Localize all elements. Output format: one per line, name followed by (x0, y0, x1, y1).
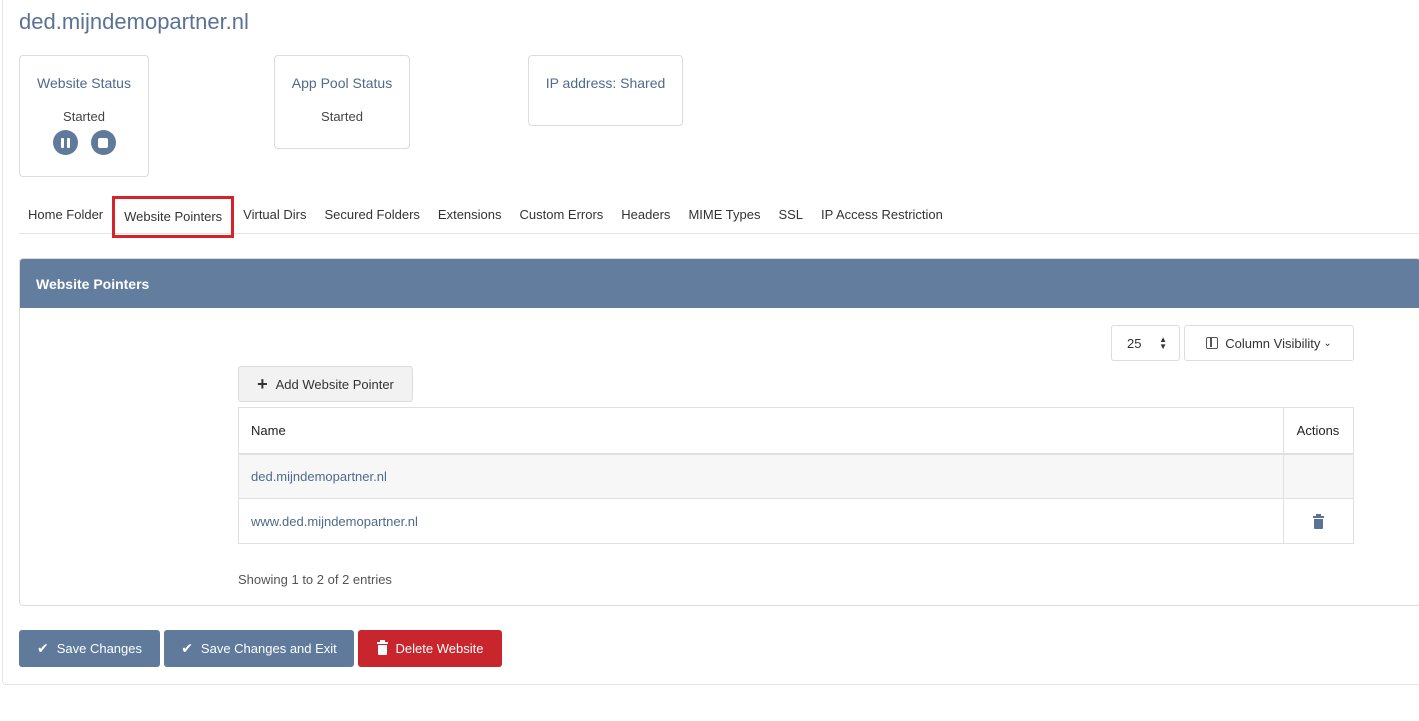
tab-website-pointers[interactable]: Website Pointers (112, 195, 235, 238)
delete-website-label: Delete Website (395, 641, 484, 656)
pointer-name: www.ded.mijndemopartner.nl (238, 498, 1284, 544)
website-status-card: Website Status Started (19, 55, 149, 177)
tab-secured-folders[interactable]: Secured Folders (316, 196, 429, 234)
stop-button[interactable] (90, 130, 116, 155)
website-controls (20, 130, 148, 155)
save-changes-label: Save Changes (56, 641, 142, 656)
table-info: Showing 1 to 2 of 2 entries (238, 572, 392, 587)
tab-mime-types[interactable]: MIME Types (679, 196, 769, 234)
columns-icon (1206, 337, 1219, 349)
panel-title: Website Pointers (20, 259, 1419, 308)
tab-home-folder[interactable]: Home Folder (19, 196, 112, 234)
pause-icon (60, 137, 70, 148)
delete-website-button[interactable]: Delete Website (358, 630, 502, 667)
column-visibility-label: Column Visibility (1225, 335, 1321, 351)
app-pool-status-value: Started (321, 109, 363, 124)
save-changes-and-exit-button[interactable]: ✔ Save Changes and Exit (164, 630, 354, 667)
table-header-row: Name Actions (238, 407, 1354, 455)
pointer-name: ded.mijndemopartner.nl (238, 453, 1284, 499)
row-actions (1283, 453, 1354, 499)
column-visibility-button[interactable]: Column Visibility ⌄ (1184, 325, 1354, 361)
table-row: www.ded.mijndemopartner.nl (238, 498, 1354, 544)
chevron-down-icon: ⌄ (1323, 337, 1332, 349)
check-icon: ✔ (36, 640, 49, 656)
row-actions (1283, 498, 1354, 544)
save-changes-button[interactable]: ✔ Save Changes (19, 630, 160, 667)
page-title: ded.mijndemopartner.nl (19, 9, 249, 34)
pause-button[interactable] (52, 130, 78, 155)
plus-icon: + (257, 374, 268, 394)
tab-ip-access-restriction[interactable]: IP Access Restriction (812, 196, 952, 234)
table-row: ded.mijndemopartner.nl (238, 453, 1354, 499)
website-pointers-table: Name Actions ded.mijndemopartner.nl www.… (238, 407, 1354, 544)
save-changes-and-exit-label: Save Changes and Exit (200, 641, 337, 656)
page-size-value: 25 (1127, 335, 1142, 351)
website-pointers-panel: Website Pointers 25 ▲ ▼ Column Visibility… (19, 258, 1419, 606)
page-size-select[interactable]: 25 ▲ ▼ (1111, 325, 1180, 361)
tab-ssl[interactable]: SSL (769, 196, 812, 234)
trash-icon[interactable] (1312, 513, 1324, 529)
column-header-name[interactable]: Name (238, 407, 1284, 455)
add-website-pointer-label: Add Website Pointer (275, 376, 394, 392)
tab-headers[interactable]: Headers (612, 196, 679, 234)
trash-icon (376, 640, 388, 655)
tab-bar: Home Folder Website Pointers Virtual Dir… (19, 195, 1419, 238)
check-icon: ✔ (181, 640, 193, 656)
stop-icon (98, 137, 108, 148)
tab-extensions[interactable]: Extensions (429, 196, 511, 234)
ip-address-card: IP address: Shared (528, 55, 683, 126)
ip-address-title: IP address: Shared (545, 75, 666, 91)
website-status-title: Website Status (37, 75, 131, 91)
website-status-value: Started (63, 109, 105, 124)
app-pool-status-title: App Pool Status (291, 75, 393, 91)
tab-virtual-dirs[interactable]: Virtual Dirs (234, 196, 315, 234)
app-pool-status-card: App Pool Status Started (274, 55, 410, 149)
column-header-actions: Actions (1283, 407, 1354, 455)
tab-custom-errors[interactable]: Custom Errors (511, 196, 613, 234)
add-website-pointer-button[interactable]: + Add Website Pointer (238, 366, 413, 402)
updown-arrows-icon: ▲ ▼ (1159, 335, 1167, 351)
